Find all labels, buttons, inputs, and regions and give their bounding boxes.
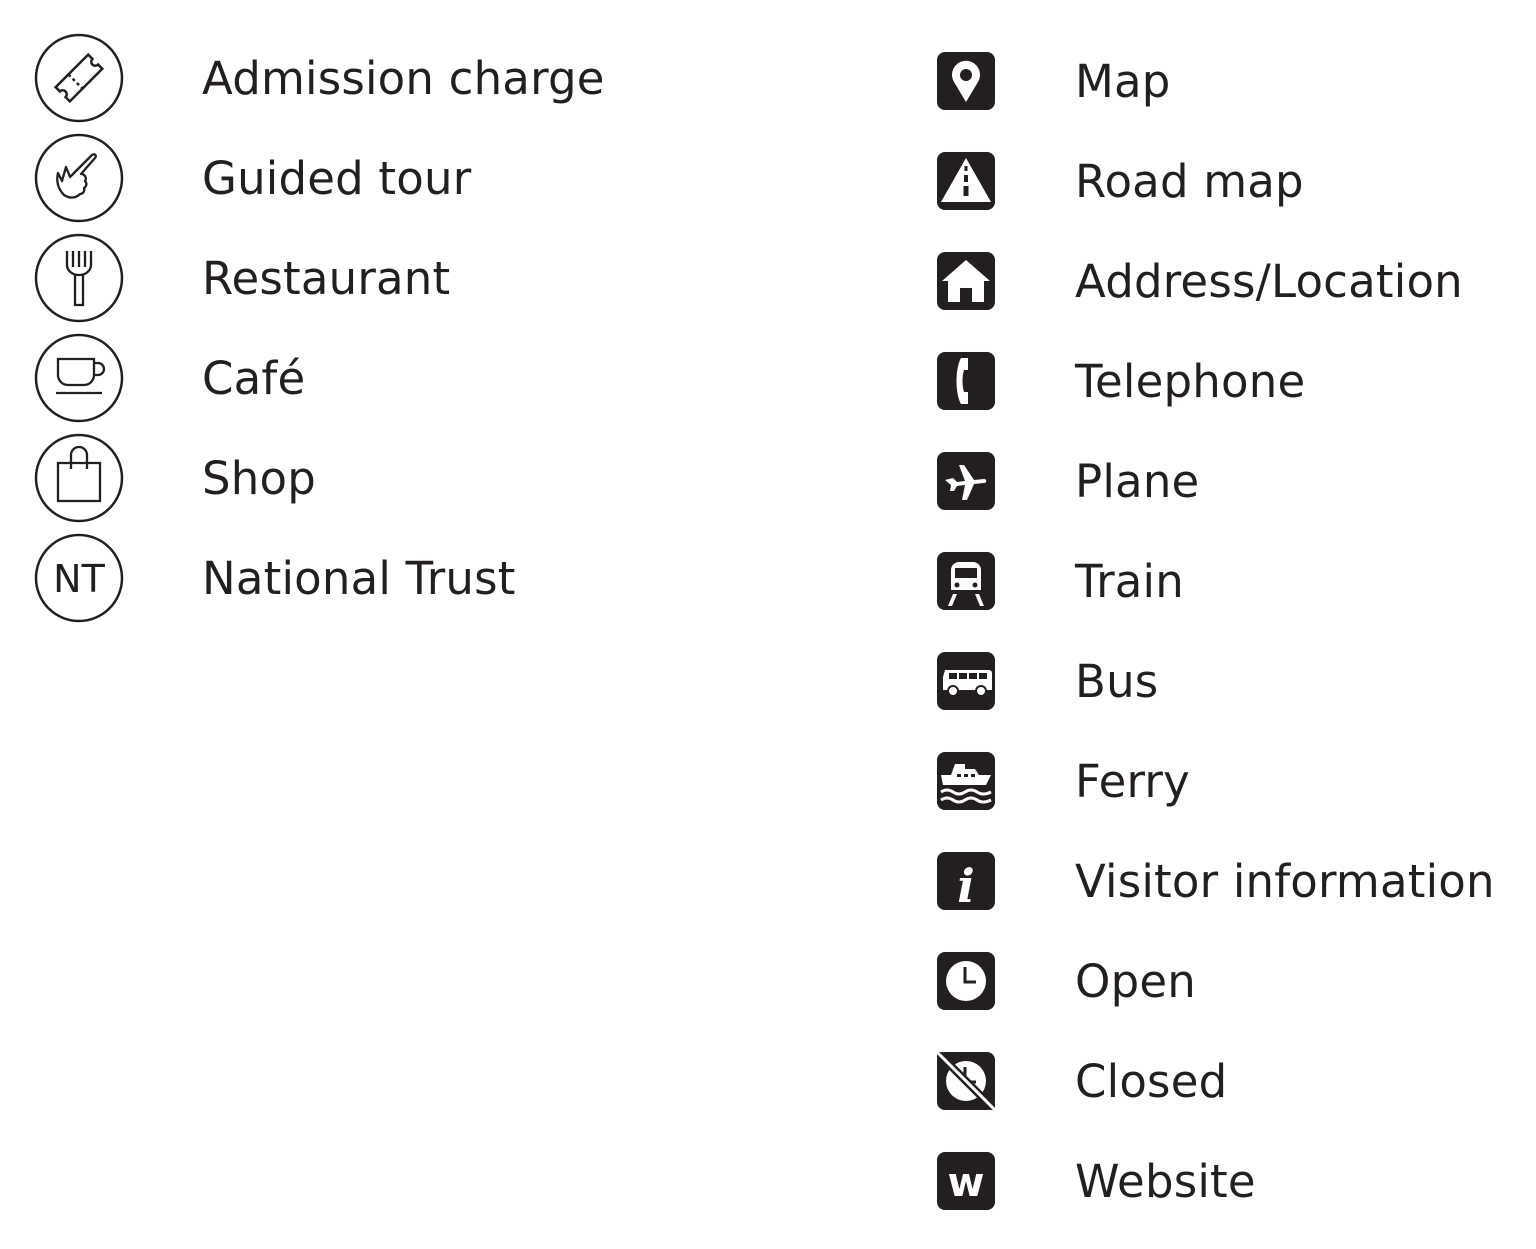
house-icon — [937, 252, 995, 310]
legend-label: Restaurant — [202, 251, 451, 305]
shopping-bag-icon — [34, 433, 124, 523]
legend-item-shop: Shop — [34, 428, 316, 528]
legend-item-bus: Bus — [937, 631, 1158, 731]
legend-item-plane: Plane — [937, 431, 1199, 531]
legend-label: Ferry — [1075, 754, 1190, 808]
legend-item-cafe: Café — [34, 328, 305, 428]
legend-label: Café — [202, 351, 306, 405]
legend-item-national-trust: NT National Trust — [34, 528, 515, 628]
legend-label: Address/Location — [1075, 254, 1463, 308]
legend-label: Telephone — [1075, 354, 1306, 408]
national-trust-icon: NT — [34, 533, 124, 623]
legend-item-website: w Website — [937, 1131, 1256, 1231]
legend-item-road-map: Road map — [937, 131, 1304, 231]
svg-text:i: i — [957, 859, 974, 910]
svg-text:w: w — [948, 1160, 985, 1206]
legend-item-guided-tour: Guided tour — [34, 128, 471, 228]
legend-item-open: Open — [937, 931, 1196, 1031]
legend-label: Bus — [1075, 654, 1159, 708]
legend-item-ferry: Ferry — [937, 731, 1190, 831]
legend-item-admission: Admission charge — [34, 28, 604, 128]
legend-item-train: Train — [937, 531, 1184, 631]
legend-label: Website — [1075, 1154, 1256, 1208]
fork-icon — [34, 233, 124, 323]
plane-icon — [937, 452, 995, 510]
legend-item-closed: Closed — [937, 1031, 1227, 1131]
legend-label: Road map — [1075, 154, 1304, 208]
map-pin-icon — [937, 52, 995, 110]
pointing-hand-icon — [34, 133, 124, 223]
legend-label: Plane — [1075, 454, 1200, 508]
legend-label: Closed — [1075, 1054, 1228, 1108]
coffee-cup-icon — [34, 333, 124, 423]
road-icon — [937, 152, 995, 210]
legend-item-restaurant: Restaurant — [34, 228, 450, 328]
legend-label: Open — [1075, 954, 1196, 1008]
legend-label: Map — [1075, 54, 1171, 108]
legend-item-map: Map — [937, 31, 1170, 131]
svg-text:NT: NT — [53, 557, 105, 601]
clock-crossed-icon — [937, 1052, 995, 1110]
legend-label: National Trust — [202, 551, 516, 605]
clock-icon — [937, 952, 995, 1010]
ticket-icon — [34, 33, 124, 123]
legend-item-address: Address/Location — [937, 231, 1463, 331]
legend-label: Shop — [202, 451, 316, 505]
info-icon: i — [937, 852, 995, 910]
ferry-icon — [937, 752, 995, 810]
legend-item-visitor-info: i Visitor information — [937, 831, 1495, 931]
train-icon — [937, 552, 995, 610]
telephone-icon — [937, 352, 995, 410]
legend-item-telephone: Telephone — [937, 331, 1305, 431]
legend-label: Train — [1075, 554, 1184, 608]
website-icon: w — [937, 1152, 995, 1210]
legend-label: Admission charge — [202, 51, 605, 105]
legend-label: Visitor information — [1075, 854, 1495, 908]
bus-icon — [937, 652, 995, 710]
legend-label: Guided tour — [202, 151, 472, 205]
